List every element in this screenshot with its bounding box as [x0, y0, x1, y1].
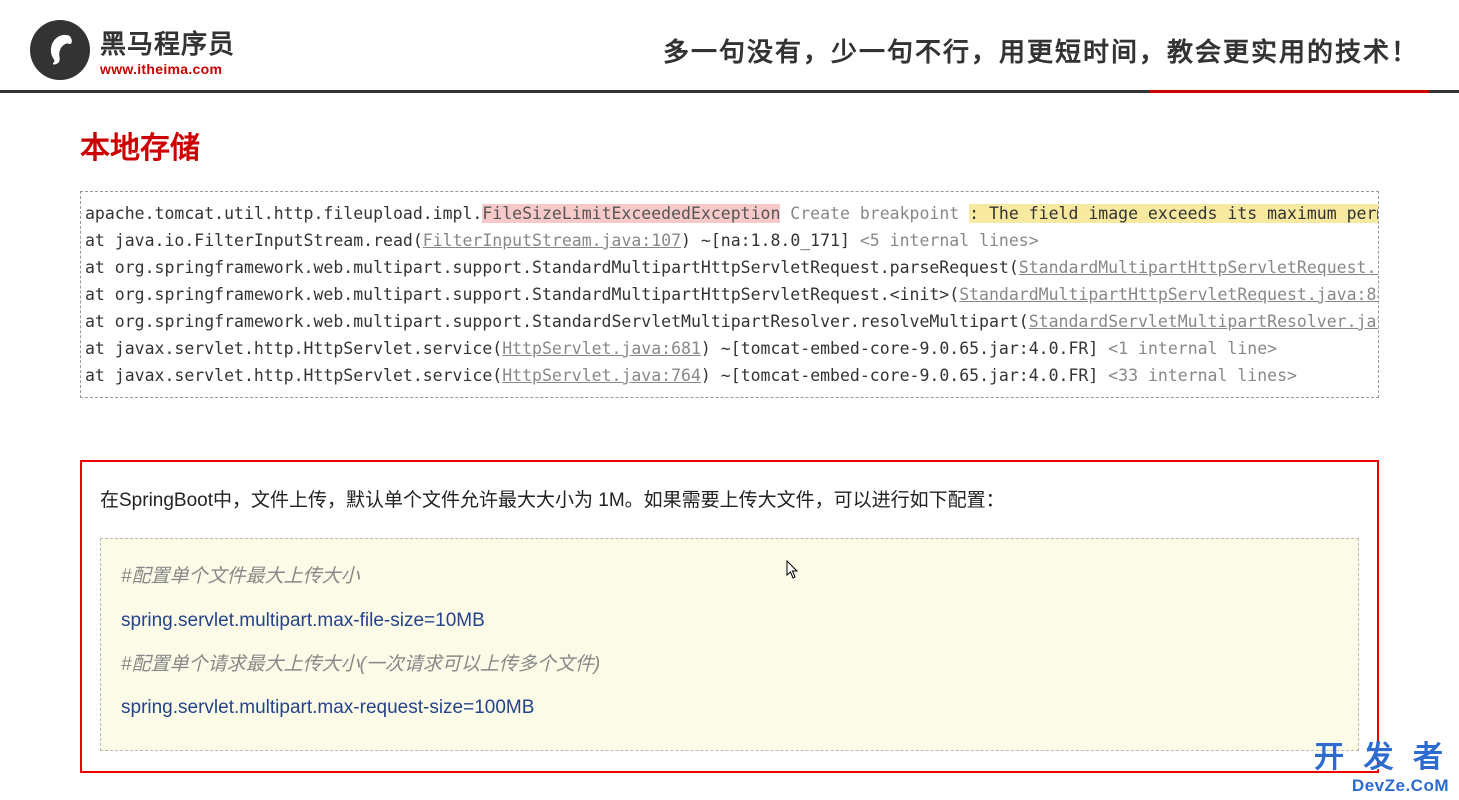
logo-text: 黑马程序员 www.itheima.com	[100, 24, 235, 77]
content-area: 本地存储 apache.tomcat.util.http.fileupload.…	[0, 93, 1459, 773]
brand-footer-line2: DevZe.CoM	[1314, 776, 1449, 796]
st-l2b: FilterInputStream.java:107	[423, 231, 681, 250]
st-l5b: StandardServletMultipartResolver.java:12…	[1029, 312, 1379, 331]
st-l6b: HttpServlet.java:681	[502, 339, 701, 358]
st-l3a: at org.springframework.web.multipart.sup…	[85, 258, 1019, 277]
st-l7c: ) ~[tomcat-embed-core-9.0.65.jar:4.0.FR]	[701, 366, 1108, 385]
cfg-key-1: spring.servlet.multipart.max-file-size	[121, 610, 424, 631]
st-l3b: StandardMultipartHttpServletRequest.java…	[1019, 258, 1379, 277]
brand-name: 黑马程序员	[100, 24, 235, 61]
cfg-val-2: 100MB	[474, 697, 534, 718]
st-msg: : The field image exceeds its maximum pe…	[969, 204, 1379, 223]
st-l6a: at javax.servlet.http.HttpServlet.servic…	[85, 339, 502, 358]
brand-footer: 开 发 者 DevZe.CoM	[1314, 732, 1449, 796]
cfg-line-1: spring.servlet.multipart.max-file-size=1…	[121, 599, 1338, 643]
st-l2a: at java.io.FilterInputStream.read(	[85, 231, 423, 250]
page-title: 本地存储	[80, 123, 1379, 167]
config-box: #配置单个文件最大上传大小 spring.servlet.multipart.m…	[100, 538, 1359, 751]
cfg-eq-2: =	[463, 697, 474, 718]
cfg-key-2: spring.servlet.multipart.max-request-siz…	[121, 697, 463, 718]
brand-footer-line1: 开 发 者	[1314, 732, 1449, 776]
cursor-icon	[786, 560, 800, 585]
st-l6c: ) ~[tomcat-embed-core-9.0.65.jar:4.0.FR]	[701, 339, 1108, 358]
cfg-val-1: 10MB	[435, 610, 485, 631]
st-l2c: ) ~[na:1.8.0_171]	[681, 231, 860, 250]
st-exception: FileSizeLimitExceededException	[482, 204, 780, 223]
st-l7b: HttpServlet.java:764	[502, 366, 701, 385]
stacktrace-box: apache.tomcat.util.http.fileupload.impl.…	[80, 191, 1379, 398]
st-l5a: at org.springframework.web.multipart.sup…	[85, 312, 1029, 331]
note-intro: 在SpringBoot中，文件上传，默认单个文件允许最大大小为 1M。如果需要上…	[100, 486, 1359, 516]
slogan: 多一句没有，少一句不行，用更短时间，教会更实用的技术！	[663, 32, 1429, 69]
cfg-comment-1: #配置单个文件最大上传大小	[121, 555, 1338, 599]
brand-url: www.itheima.com	[100, 61, 235, 77]
note-box: 在SpringBoot中，文件上传，默认单个文件允许最大大小为 1M。如果需要上…	[80, 460, 1379, 773]
st-l6d: <1 internal line>	[1108, 339, 1277, 358]
st-l4a: at org.springframework.web.multipart.sup…	[85, 285, 959, 304]
st-l4b: StandardMultipartHttpServletRequest.java…	[959, 285, 1379, 304]
cfg-eq-1: =	[424, 610, 435, 631]
cfg-comment-2: #配置单个请求最大上传大小(一次请求可以上传多个文件)	[121, 643, 1338, 687]
logo-area: 黑马程序员 www.itheima.com	[30, 20, 235, 80]
st-l1a: apache.tomcat.util.http.fileupload.impl.	[85, 204, 482, 223]
cfg-line-2: spring.servlet.multipart.max-request-siz…	[121, 686, 1338, 730]
st-l7d: <33 internal lines>	[1108, 366, 1297, 385]
st-breakpoint: Create breakpoint	[780, 204, 969, 223]
horse-logo-icon	[30, 20, 90, 80]
page-header: 黑马程序员 www.itheima.com 多一句没有，少一句不行，用更短时间，…	[0, 0, 1459, 93]
st-l7a: at javax.servlet.http.HttpServlet.servic…	[85, 366, 502, 385]
st-l2d: <5 internal lines>	[860, 231, 1039, 250]
